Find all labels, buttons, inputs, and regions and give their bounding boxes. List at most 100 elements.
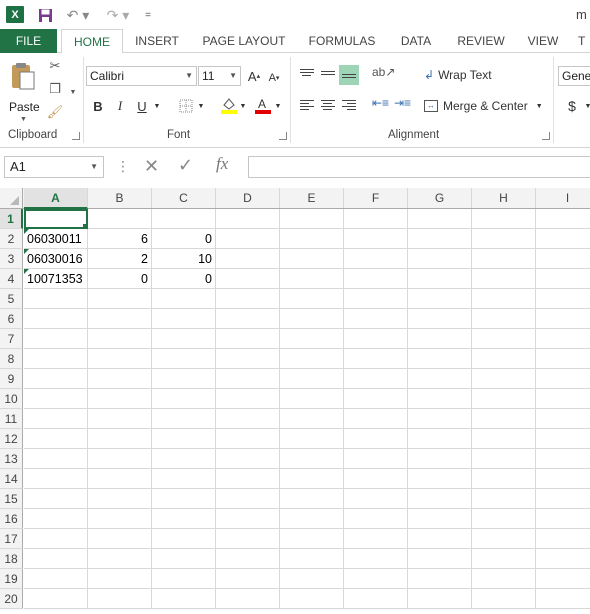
cell-i12[interactable]	[536, 429, 590, 449]
enter-entry-button[interactable]: ✓	[178, 155, 193, 176]
cell-b19[interactable]	[88, 569, 152, 589]
cell-g19[interactable]	[408, 569, 472, 589]
cell-c16[interactable]	[152, 509, 216, 529]
cell-g8[interactable]	[408, 349, 472, 369]
name-box[interactable]: A1 ▼	[4, 156, 104, 178]
cell-i6[interactable]	[536, 309, 590, 329]
borders-button[interactable]	[178, 96, 194, 116]
cell-e4[interactable]	[280, 269, 344, 289]
cell-d18[interactable]	[216, 549, 280, 569]
cell-i5[interactable]	[536, 289, 590, 309]
cell-f15[interactable]	[344, 489, 408, 509]
cell-g10[interactable]	[408, 389, 472, 409]
column-header-h[interactable]: H	[472, 188, 536, 208]
cell-d9[interactable]	[216, 369, 280, 389]
cell-g20[interactable]	[408, 589, 472, 609]
cell-g13[interactable]	[408, 449, 472, 469]
cell-c1[interactable]	[152, 209, 216, 229]
grow-font-button[interactable]: A ▴	[246, 66, 262, 86]
row-header[interactable]: 11	[0, 409, 23, 429]
cell-h12[interactable]	[472, 429, 536, 449]
cell-d16[interactable]	[216, 509, 280, 529]
underline-dropdown-icon[interactable]: ▼	[153, 96, 161, 116]
cell-b3[interactable]: 2	[88, 249, 152, 269]
merge-center-button[interactable]: ↔ Merge & Center ▼	[424, 96, 543, 116]
cell-g11[interactable]	[408, 409, 472, 429]
row-header[interactable]: 15	[0, 489, 23, 509]
cell-i19[interactable]	[536, 569, 590, 589]
row-header[interactable]: 20	[0, 589, 23, 609]
cell-h13[interactable]	[472, 449, 536, 469]
cell-i16[interactable]	[536, 509, 590, 529]
column-header-e[interactable]: E	[280, 188, 344, 208]
cell-b14[interactable]	[88, 469, 152, 489]
cell-h15[interactable]	[472, 489, 536, 509]
cell-c14[interactable]	[152, 469, 216, 489]
cell-g17[interactable]	[408, 529, 472, 549]
cell-g1[interactable]	[408, 209, 472, 229]
cell-i20[interactable]	[536, 589, 590, 609]
cell-d4[interactable]	[216, 269, 280, 289]
cell-a7[interactable]	[24, 329, 88, 349]
row-header[interactable]: 16	[0, 509, 23, 529]
cell-d3[interactable]	[216, 249, 280, 269]
cell-c11[interactable]	[152, 409, 216, 429]
column-header-g[interactable]: G	[408, 188, 472, 208]
cell-f18[interactable]	[344, 549, 408, 569]
cell-f5[interactable]	[344, 289, 408, 309]
cell-b16[interactable]	[88, 509, 152, 529]
cell-f17[interactable]	[344, 529, 408, 549]
cell-f4[interactable]	[344, 269, 408, 289]
cell-a14[interactable]	[24, 469, 88, 489]
cell-c6[interactable]	[152, 309, 216, 329]
cell-e11[interactable]	[280, 409, 344, 429]
cell-d1[interactable]	[216, 209, 280, 229]
cell-h6[interactable]	[472, 309, 536, 329]
row-header[interactable]: 6	[0, 309, 23, 329]
cell-a16[interactable]	[24, 509, 88, 529]
cell-a10[interactable]	[24, 389, 88, 409]
cell-c17[interactable]	[152, 529, 216, 549]
cell-d17[interactable]	[216, 529, 280, 549]
fill-color-dropdown-icon[interactable]: ▼	[239, 96, 247, 116]
cell-b18[interactable]	[88, 549, 152, 569]
row-header[interactable]: 4	[0, 269, 23, 289]
cell-a8[interactable]	[24, 349, 88, 369]
column-header-i[interactable]: I	[536, 188, 590, 208]
cell-f2[interactable]	[344, 229, 408, 249]
cell-b15[interactable]	[88, 489, 152, 509]
cell-c5[interactable]	[152, 289, 216, 309]
clipboard-launcher-icon[interactable]	[72, 132, 80, 140]
cell-b2[interactable]: 6	[88, 229, 152, 249]
font-launcher-icon[interactable]	[279, 132, 287, 140]
formula-input[interactable]	[248, 156, 590, 178]
cell-h7[interactable]	[472, 329, 536, 349]
row-header[interactable]: 12	[0, 429, 23, 449]
row-header[interactable]: 10	[0, 389, 23, 409]
font-color-button[interactable]: A	[254, 95, 272, 115]
cell-e3[interactable]	[280, 249, 344, 269]
cell-g9[interactable]	[408, 369, 472, 389]
cell-i8[interactable]	[536, 349, 590, 369]
cell-d8[interactable]	[216, 349, 280, 369]
cell-e6[interactable]	[280, 309, 344, 329]
cell-d11[interactable]	[216, 409, 280, 429]
tab-page-layout[interactable]: PAGE LAYOUT	[193, 29, 295, 53]
cell-e13[interactable]	[280, 449, 344, 469]
cell-c18[interactable]	[152, 549, 216, 569]
cell-a17[interactable]	[24, 529, 88, 549]
orientation-button[interactable]: ab↗	[372, 65, 395, 85]
cell-f16[interactable]	[344, 509, 408, 529]
cell-f10[interactable]	[344, 389, 408, 409]
tab-view[interactable]: VIEW	[521, 29, 565, 53]
row-header[interactable]: 7	[0, 329, 23, 349]
cell-d15[interactable]	[216, 489, 280, 509]
column-header-a[interactable]: A	[24, 188, 88, 209]
column-header-c[interactable]: C	[152, 188, 216, 208]
cell-h4[interactable]	[472, 269, 536, 289]
cell-f11[interactable]	[344, 409, 408, 429]
cell-a4[interactable]: 10071353	[24, 269, 88, 289]
cell-e9[interactable]	[280, 369, 344, 389]
align-bottom-button[interactable]	[339, 65, 359, 85]
alignment-launcher-icon[interactable]	[542, 132, 550, 140]
